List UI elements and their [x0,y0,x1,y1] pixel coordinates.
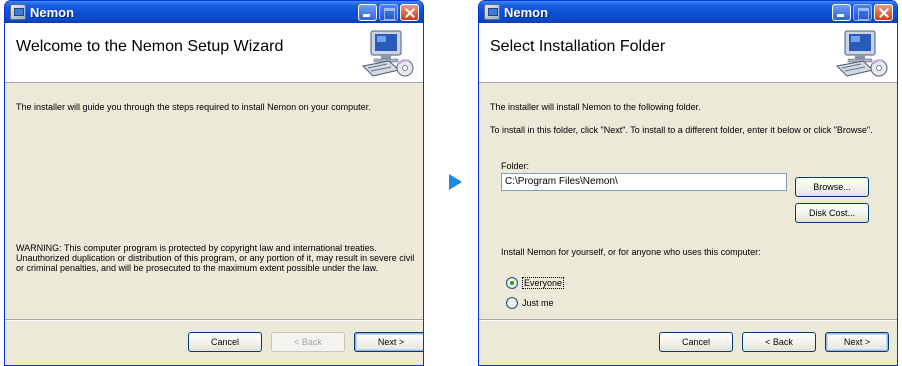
computer-setup-icon [835,30,888,77]
install-for-text: Install Nemon for yourself, or for anyon… [501,247,761,257]
install-instructions-text: To install in this folder, click "Next".… [490,125,873,135]
everyone-radio[interactable] [506,277,518,289]
cancel-button[interactable]: Cancel [188,332,262,352]
warning-line-1: WARNING: This computer program is protec… [16,243,377,253]
install-location-text: The installer will install Nemon to the … [490,102,701,112]
everyone-label-text: Everyone [522,277,565,289]
close-button[interactable] [874,3,893,21]
just-me-radio-label[interactable]: Just me [522,298,554,308]
intro-text: The installer will guide you through the… [16,102,371,112]
folder-window: Nemon Select Installation Folder The ins… [478,0,898,366]
folder-path-input[interactable]: C:\Program Files\Nemon\ [501,173,787,191]
wizard-banner: Select Installation Folder [479,23,897,83]
warning-line-3: or criminal penalties, and will be prose… [16,263,379,273]
next-button[interactable]: Next > [354,332,423,352]
back-button[interactable]: < Back [742,332,816,352]
button-separator [5,319,423,321]
folder-label: Folder: [501,161,530,171]
close-button[interactable] [400,3,419,21]
next-button[interactable]: Next > [825,332,889,352]
warning-line-2: Unauthorized duplication or distribution… [16,253,415,263]
window-title: Nemon [504,4,549,20]
installer-app-icon [484,4,500,20]
title-bar[interactable]: Nemon [5,1,423,23]
welcome-window: Nemon Welcome to the Nemon Setup Wizard … [4,0,424,366]
title-bar[interactable]: Nemon [479,1,897,23]
window-title: Nemon [30,4,75,20]
wizard-body: The installer will install Nemon to the … [479,83,897,336]
computer-setup-icon [361,30,414,77]
wizard-body: The installer will guide you through the… [5,83,423,336]
browse-button[interactable]: Browse... [795,177,869,197]
back-button: < Back [271,332,345,352]
installer-app-icon [10,4,26,20]
right-triangle-arrow-icon [449,174,462,190]
minimize-button[interactable] [832,3,851,21]
maximize-button [853,3,872,21]
just-me-radio[interactable] [506,297,518,309]
minimize-button[interactable] [358,3,377,21]
everyone-radio-label[interactable]: Everyone [522,277,565,289]
maximize-button [379,3,398,21]
button-separator [479,319,897,321]
cancel-button[interactable]: Cancel [659,332,733,352]
disk-cost-button[interactable]: Disk Cost... [795,203,869,223]
wizard-banner: Welcome to the Nemon Setup Wizard [5,23,423,83]
